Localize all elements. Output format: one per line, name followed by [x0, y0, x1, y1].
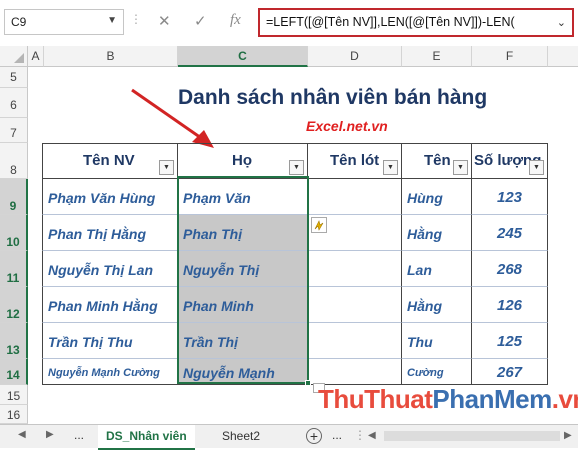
- cell-d9[interactable]: [308, 179, 402, 215]
- cell-c13[interactable]: Trần Thị: [178, 323, 308, 359]
- header-ho: Họ ▼: [178, 143, 308, 179]
- cell-f14[interactable]: 267: [472, 359, 548, 385]
- filter-dropdown-icon[interactable]: ▼: [383, 160, 398, 175]
- row-header-15[interactable]: 15: [0, 385, 28, 405]
- cell-b13[interactable]: Trần Thị Thu: [42, 323, 178, 359]
- select-all-corner[interactable]: [0, 46, 28, 67]
- cell-f11[interactable]: 268: [472, 251, 548, 287]
- tab-sheet2[interactable]: Sheet2: [214, 425, 268, 448]
- column-header-d[interactable]: D: [308, 46, 402, 67]
- enter-icon[interactable]: ✓: [194, 12, 207, 30]
- cell-c9[interactable]: Phạm Văn: [178, 179, 308, 215]
- cell-b12[interactable]: Phan Minh Hằng: [42, 287, 178, 323]
- fill-handle[interactable]: [305, 380, 311, 386]
- scroll-right-icon[interactable]: ▶: [564, 430, 572, 441]
- tab-ds-nhan-vien-label: DS_Nhân viên: [106, 429, 187, 443]
- cell-e12[interactable]: Hằng: [402, 287, 472, 323]
- row-header-6[interactable]: 6: [0, 88, 28, 118]
- grip-icon: ⋮: [130, 12, 142, 26]
- cell-b11[interactable]: Nguyễn Thị Lan: [42, 251, 178, 287]
- header-ho-label: Họ: [232, 152, 252, 169]
- row-header-11[interactable]: 11: [0, 251, 28, 287]
- cancel-icon[interactable]: ✕: [158, 12, 171, 30]
- header-ten-nv: Tên NV ▼: [42, 143, 178, 179]
- cell-e14[interactable]: Cường: [402, 359, 472, 385]
- column-header-next[interactable]: [548, 46, 578, 67]
- tab-sheet2-label: Sheet2: [222, 429, 261, 443]
- watermark-part3: .vn: [551, 384, 578, 414]
- sheet-tab-bar: ◀ ▶ ... DS_Nhân viên Sheet2 + ... ⋮ ◀ ▶: [0, 424, 578, 450]
- cell-b14[interactable]: Nguyễn Mạnh Cường: [42, 359, 178, 385]
- cell-e11[interactable]: Lan: [402, 251, 472, 287]
- row-header-16[interactable]: 16: [0, 405, 28, 424]
- cell-c11[interactable]: Nguyễn Thị: [178, 251, 308, 287]
- cell-c12[interactable]: Phan Minh: [178, 287, 308, 323]
- formula-bar: C9 ▼ ⋮ ✕ ✓ fx =LEFT([@[Tên NV]],LEN([@[T…: [0, 0, 578, 46]
- cell-c14[interactable]: Nguyễn Mạnh: [178, 359, 308, 385]
- scroll-left-icon[interactable]: ◀: [368, 430, 376, 441]
- cell-b9[interactable]: Phạm Văn Hùng: [42, 179, 178, 215]
- header-ten-label: Tên: [424, 152, 451, 169]
- column-header-c[interactable]: C: [178, 46, 308, 67]
- cell-f10[interactable]: 245: [472, 215, 548, 251]
- row-header-14[interactable]: 14: [0, 359, 28, 385]
- insert-function-icon[interactable]: fx: [230, 12, 241, 29]
- cell-f13[interactable]: 125: [472, 323, 548, 359]
- formula-buttons: ✕ ✓ fx: [140, 9, 258, 35]
- row-header-7[interactable]: 7: [0, 118, 28, 143]
- header-ten-lot-label: Tên lót: [330, 152, 380, 169]
- more-sheets-right[interactable]: ...: [332, 428, 342, 442]
- splitter-icon[interactable]: ⋮: [354, 428, 366, 442]
- cell-d14[interactable]: [308, 359, 402, 385]
- header-so-luong: Số lượng ▼: [472, 143, 548, 179]
- row-header-8[interactable]: 8: [0, 143, 28, 179]
- watermark-part1: ThuThuat: [318, 384, 433, 414]
- name-box-value: C9: [11, 15, 27, 29]
- filter-dropdown-icon[interactable]: ▼: [159, 160, 174, 175]
- more-sheets-left[interactable]: ...: [74, 428, 84, 442]
- row-header-9[interactable]: 9: [0, 179, 28, 215]
- row-header-5[interactable]: 5: [0, 67, 28, 88]
- cell-e9[interactable]: Hùng: [402, 179, 472, 215]
- formula-text: =LEFT([@[Tên NV]],LEN([@[Tên NV]])-LEN(: [266, 15, 515, 29]
- row-header-13[interactable]: 13: [0, 323, 28, 359]
- add-sheet-button[interactable]: +: [306, 428, 322, 444]
- row-header-12[interactable]: 12: [0, 287, 28, 323]
- filter-dropdown-icon[interactable]: ▼: [529, 160, 544, 175]
- column-header-a[interactable]: A: [28, 46, 44, 67]
- header-ten: Tên ▼: [402, 143, 472, 179]
- cell-b10[interactable]: Phan Thị Hằng: [42, 215, 178, 251]
- cell-e13[interactable]: Thu: [402, 323, 472, 359]
- cell-c10[interactable]: Phan Thị: [178, 215, 308, 251]
- column-header-f[interactable]: F: [472, 46, 548, 67]
- filter-dropdown-icon[interactable]: ▼: [289, 160, 304, 175]
- name-box[interactable]: C9 ▼: [4, 9, 124, 35]
- watermark-part2: PhanMem: [432, 384, 552, 414]
- cell-d11[interactable]: [308, 251, 402, 287]
- scroll-first-sheet-icon[interactable]: ◀: [18, 429, 26, 440]
- filter-dropdown-icon[interactable]: ▼: [453, 160, 468, 175]
- watermark-logo: ThuThuatPhanMem.vn: [318, 384, 578, 415]
- expand-formula-icon[interactable]: ⌄: [557, 16, 566, 29]
- header-ten-lot: Tên lót ▼: [308, 143, 402, 179]
- cell-e10[interactable]: Hằng: [402, 215, 472, 251]
- horizontal-scrollbar[interactable]: [384, 431, 560, 441]
- tab-ds-nhan-vien[interactable]: DS_Nhân viên: [98, 425, 195, 450]
- cell-f12[interactable]: 126: [472, 287, 548, 323]
- scroll-last-sheet-icon[interactable]: ▶: [46, 429, 54, 440]
- cell-d12[interactable]: [308, 287, 402, 323]
- cell-d13[interactable]: [308, 323, 402, 359]
- site-label[interactable]: Excel.net.vn: [306, 118, 388, 134]
- row-header-10[interactable]: 10: [0, 215, 28, 251]
- column-header-e[interactable]: E: [402, 46, 472, 67]
- header-ten-nv-label: Tên NV: [83, 152, 135, 169]
- chevron-down-icon[interactable]: ▼: [107, 15, 117, 26]
- column-header-b[interactable]: B: [44, 46, 178, 67]
- cell-f9[interactable]: 123: [472, 179, 548, 215]
- autocorrect-options-icon[interactable]: [311, 217, 327, 233]
- formula-input[interactable]: =LEFT([@[Tên NV]],LEN([@[Tên NV]])-LEN( …: [258, 8, 574, 37]
